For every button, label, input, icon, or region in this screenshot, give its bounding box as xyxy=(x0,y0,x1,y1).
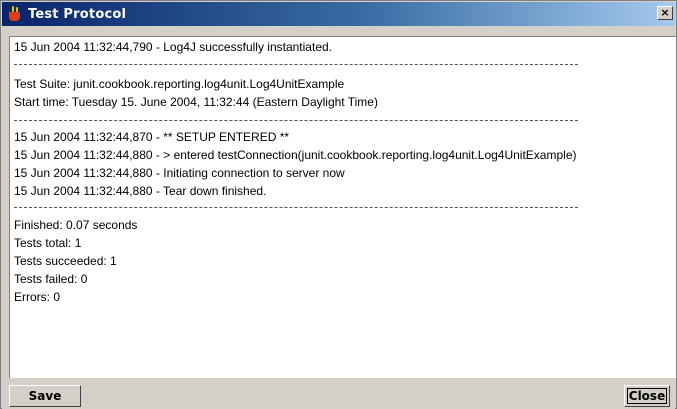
log-line: Test Suite: junit.cookbook.reporting.log… xyxy=(14,77,345,91)
save-button[interactable]: Save xyxy=(9,385,81,407)
close-button[interactable]: Close xyxy=(624,385,670,407)
log-line: 15 Jun 2004 11:32:44,880 - Tear down fin… xyxy=(14,184,267,198)
log-line: 15 Jun 2004 11:32:44,870 - ** SETUP ENTE… xyxy=(14,130,290,144)
close-window-icon[interactable]: × xyxy=(657,6,673,20)
log-line: 15 Jun 2004 11:32:44,880 - Initiating co… xyxy=(14,166,345,180)
button-bar: Save Close xyxy=(2,383,675,409)
window-title: Test Protocol xyxy=(28,6,127,22)
log-line: Tests failed: 0 xyxy=(14,272,88,286)
log-line: Errors: 0 xyxy=(14,290,61,304)
separator xyxy=(14,120,578,121)
log-line: 15 Jun 2004 11:32:44,790 - Log4J success… xyxy=(14,40,332,54)
separator xyxy=(14,64,578,65)
log-line: Finished: 0.07 seconds xyxy=(14,218,138,232)
log-text-area[interactable]: 15 Jun 2004 11:32:44,790 - Log4J success… xyxy=(9,36,676,378)
test-protocol-window: Test Protocol × 15 Jun 2004 11:32:44,790… xyxy=(0,0,677,409)
separator xyxy=(14,207,578,208)
java-cup-icon xyxy=(8,6,22,22)
log-line: Tests succeeded: 1 xyxy=(14,254,117,268)
log-line: 15 Jun 2004 11:32:44,880 - > entered tes… xyxy=(14,148,577,162)
log-line: Tests total: 1 xyxy=(14,236,82,250)
log-line: Start time: Tuesday 15. June 2004, 11:32… xyxy=(14,95,378,109)
title-bar[interactable]: Test Protocol × xyxy=(2,2,675,26)
